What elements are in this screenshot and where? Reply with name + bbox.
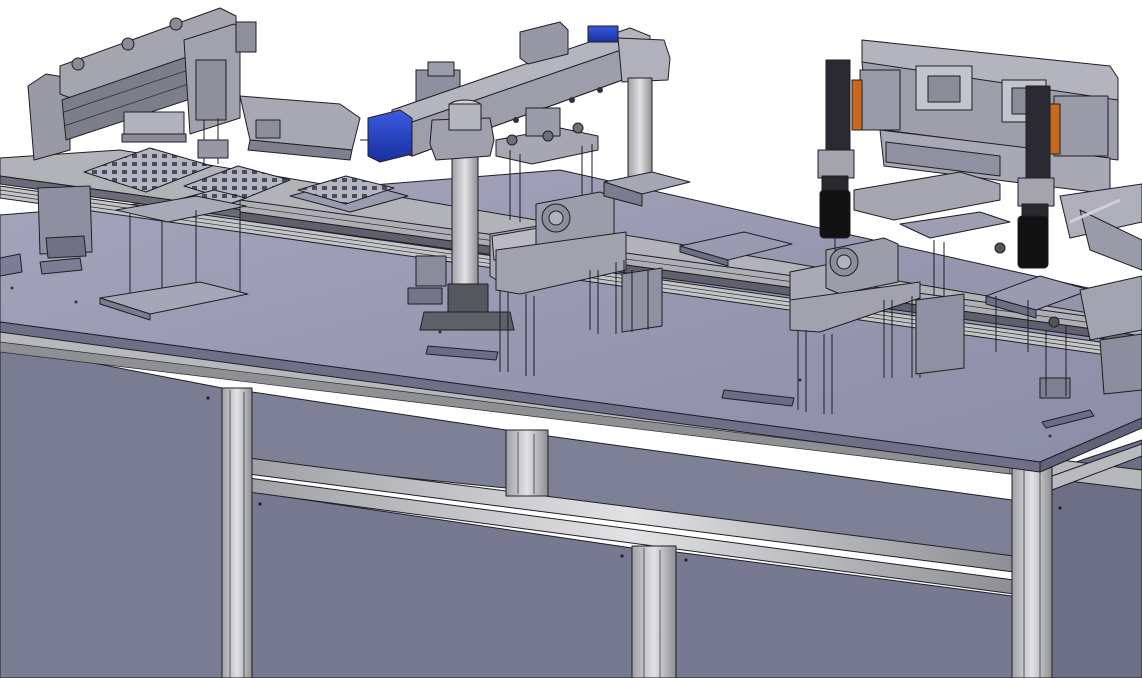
servo-motor: [367, 109, 413, 163]
vertical-slide: [825, 59, 851, 153]
vertical-slide: [1025, 85, 1051, 179]
support-column: [451, 135, 479, 293]
frame-post-2: [505, 429, 549, 497]
cabinet-panel-center-bottom: [251, 491, 633, 678]
cabinet-panel-left: [0, 344, 223, 678]
frame-post-4: [1011, 465, 1053, 678]
pneumatic-cylinder: [1017, 215, 1049, 269]
cad-viewport[interactable]: [0, 0, 1142, 678]
frame-post-1: [221, 387, 253, 678]
motor-coupling: [587, 25, 619, 43]
pneumatic-cylinder: [819, 189, 851, 239]
frame-post-3: [631, 545, 677, 678]
cad-model-render: [0, 7, 1142, 678]
support-column: [627, 77, 653, 189]
